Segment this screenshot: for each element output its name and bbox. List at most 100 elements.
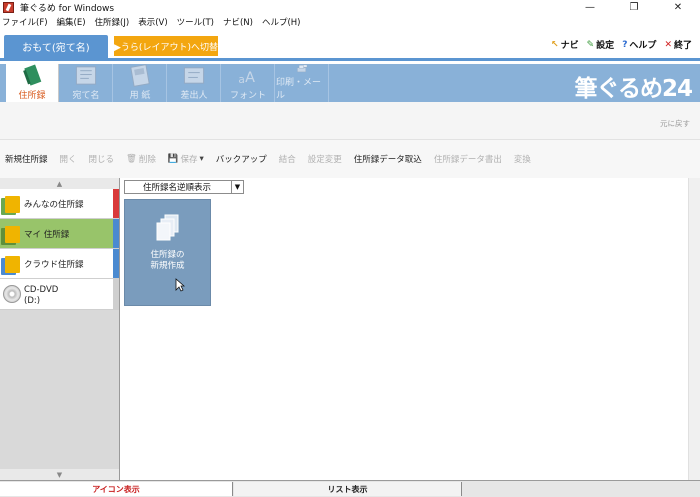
ribbon-paper[interactable]: 用 紙 — [114, 64, 167, 102]
import-data-button[interactable]: 住所録データ取込 — [354, 153, 422, 165]
settings-change-button[interactable]: 設定変更 — [308, 153, 342, 165]
backup-button[interactable]: バックアップ — [216, 153, 267, 165]
list-item-everyone[interactable]: みんなの住所録 — [0, 189, 119, 219]
ribbon-label: 印刷・メール — [276, 78, 322, 101]
mode-bar: おもて(宛て名) ▶うら(レイアウト)へ切替 ↖ ナビ ✎ 設定 ? ヘルプ ✕ 終了 — [0, 29, 700, 61]
book-icon — [5, 226, 20, 243]
color-stripe — [113, 219, 119, 248]
main-panel: 住所録名逆順表示 ▼ 住所録の 新規作成 — [121, 178, 700, 480]
menu-edit[interactable]: 編集(E) — [57, 16, 86, 28]
merge-button[interactable]: 結合 — [279, 153, 296, 165]
menu-file[interactable]: ファイル(F) — [2, 16, 48, 28]
new-address-book-tile[interactable]: 住所録の 新規作成 — [124, 199, 211, 306]
sender-icon — [183, 67, 205, 84]
tab-icon-view[interactable]: アイコン表示 — [0, 482, 233, 496]
dvd-label: CD-DVD — [24, 285, 59, 295]
list-item-cloud[interactable]: クラウド住所録 — [0, 249, 119, 279]
tab-omote[interactable]: おもて(宛て名) — [4, 35, 108, 58]
book-icon — [5, 256, 20, 273]
list-item-label: クラウド住所録 — [24, 259, 84, 270]
menu-bar: ファイル(F) 編集(E) 住所録(J) 表示(V) ツール(T) ナビ(N) … — [0, 15, 700, 29]
printer-icon — [297, 64, 308, 73]
wrench-icon: ✎ — [586, 39, 595, 50]
sort-select[interactable]: 住所録名逆順表示 ▼ — [124, 180, 244, 194]
navi-icon: ↖ — [551, 39, 559, 50]
cursor-icon — [175, 278, 185, 292]
list-item-my-book[interactable]: マイ 住所録 — [0, 219, 119, 249]
dvd-drive-label: (D:) — [24, 296, 41, 306]
toolbar: 新規住所録 開く 閉じる 🗑 削除 💾 保存 ▾ バックアップ 結合 設定変更 住所録… — [0, 139, 700, 178]
close-book-button[interactable]: 閉じる — [89, 153, 115, 165]
view-tabs: アイコン表示 リスト表示 — [0, 480, 700, 497]
close-button[interactable]: ✕ — [656, 0, 700, 15]
window-title: 筆ぐるめ for Windows — [20, 4, 115, 14]
ribbon-label: 用 紙 — [129, 91, 151, 101]
list-item-label: みんなの住所録 — [24, 199, 84, 210]
scroll-up-button[interactable]: ▲ — [0, 178, 119, 189]
exit-link[interactable]: ✕ 終了 — [664, 38, 692, 52]
delete-button[interactable]: 🗑 削除 — [126, 153, 156, 165]
help-label: ヘルプ — [629, 41, 657, 51]
title-bar: 筆ぐるめ for Windows — ❐ ✕ — [0, 0, 700, 15]
svg-text:A: A — [245, 70, 255, 86]
mode-links: ↖ ナビ ✎ 設定 ? ヘルプ ✕ 終了 — [551, 38, 692, 52]
tile-label-line2: 新規作成 — [150, 261, 185, 271]
documents-icon — [156, 214, 178, 241]
close-x-icon: ✕ — [664, 39, 672, 50]
ribbon-label: 住所録 — [18, 91, 46, 101]
minimize-button[interactable]: — — [568, 0, 612, 15]
svg-text:a: a — [238, 74, 244, 86]
color-stripe — [113, 189, 119, 218]
save-icon: 💾 — [167, 154, 179, 164]
ribbon-label: 差出人 — [180, 91, 208, 101]
new-address-book-button[interactable]: 新規住所録 — [5, 153, 48, 165]
list-item-cd-dvd[interactable]: CD-DVD (D:) — [0, 279, 119, 310]
switch-ura-button[interactable]: ▶うら(レイアウト)へ切替 — [114, 36, 218, 56]
sub-area: 元に戻す — [0, 102, 700, 139]
ribbon-label: フォント — [229, 91, 266, 101]
exit-label: 終了 — [673, 41, 692, 51]
trash-icon: 🗑 — [126, 154, 137, 164]
open-button[interactable]: 開く — [60, 153, 77, 165]
ribbon-addressee[interactable]: 宛て名 — [60, 64, 113, 102]
menu-view[interactable]: 表示(V) — [138, 16, 167, 28]
ribbon: 住所録 宛て名 用 紙 差出人 a A フォント 印刷・メール 筆ぐるめ24 — [0, 64, 700, 102]
sort-select-value: 住所録名逆順表示 — [143, 183, 212, 193]
paper-icon — [130, 64, 150, 87]
menu-navi[interactable]: ナビ(N) — [223, 16, 253, 28]
scroll-down-button[interactable]: ▼ — [0, 469, 119, 480]
chevron-down-icon: ▾ — [199, 154, 204, 164]
ribbon-font[interactable]: a A フォント — [222, 64, 275, 102]
vertical-scrollbar[interactable] — [688, 178, 700, 480]
undo-button[interactable]: 元に戻す — [660, 118, 690, 129]
menu-help[interactable]: ヘルプ(H) — [262, 16, 301, 28]
maximize-button[interactable]: ❐ — [612, 0, 656, 15]
convert-button[interactable]: 変換 — [514, 153, 531, 165]
disc-icon — [3, 285, 21, 303]
menu-tools[interactable]: ツール(T) — [177, 16, 214, 28]
menu-address-book[interactable]: 住所録(J) — [95, 16, 130, 28]
color-stripe — [113, 279, 119, 309]
save-button[interactable]: 💾 保存 ▾ — [168, 153, 204, 165]
help-link[interactable]: ? ヘルプ — [622, 38, 657, 52]
question-icon: ? — [622, 39, 628, 50]
book-icon — [5, 196, 20, 213]
ribbon-print-mail[interactable]: 印刷・メール — [276, 64, 329, 102]
delete-label: 削除 — [138, 155, 156, 165]
tab-list-view[interactable]: リスト表示 — [234, 482, 462, 496]
settings-link[interactable]: ✎ 設定 — [586, 38, 615, 52]
ribbon-sender[interactable]: 差出人 — [168, 64, 221, 102]
chevron-down-icon: ▼ — [231, 181, 243, 193]
navi-link[interactable]: ↖ ナビ — [551, 38, 579, 52]
settings-label: 設定 — [596, 41, 615, 51]
list-item-label: マイ 住所録 — [24, 229, 70, 240]
window-controls: — ❐ ✕ — [568, 0, 700, 15]
tile-label-line1: 住所録の — [150, 250, 185, 260]
ribbon-address-book[interactable]: 住所録 — [6, 64, 59, 102]
app-icon — [3, 2, 14, 13]
export-data-button[interactable]: 住所録データ書出 — [434, 153, 502, 165]
addressee-icon — [75, 66, 97, 85]
ribbon-label: 宛て名 — [72, 91, 100, 101]
font-icon: a A — [238, 70, 255, 86]
save-label: 保存 — [180, 155, 198, 165]
